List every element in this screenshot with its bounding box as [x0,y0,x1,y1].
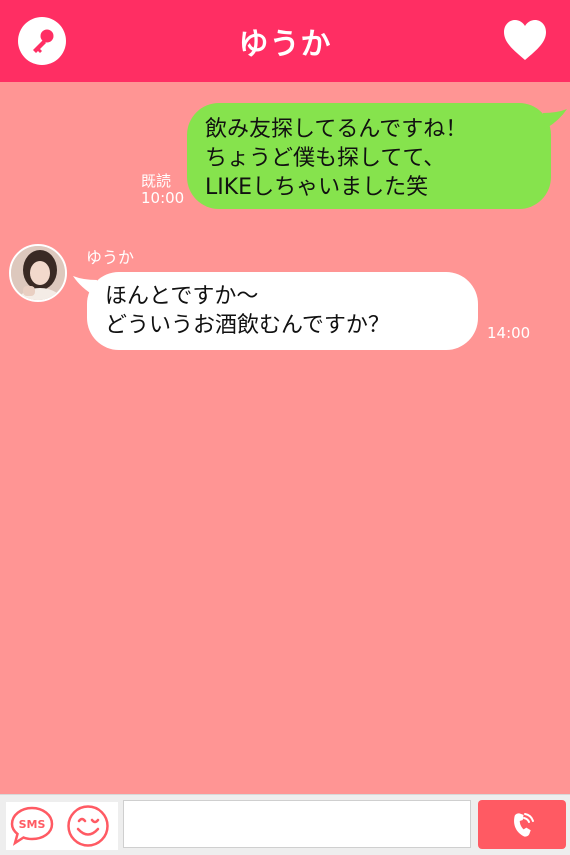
input-bar: SMS [0,794,570,855]
chat-area[interactable]: 飲み友探してるんですね！ ちょうど僕も探してて、 LIKEしちゃいました笑 既読… [0,82,570,794]
heart-icon [504,20,546,60]
key-icon [33,29,54,53]
key-button[interactable] [18,17,66,65]
heart-button[interactable] [502,18,548,62]
sender-name: ゆうか [86,248,135,267]
smiley-icon [67,805,109,847]
app-header: ゆうか [0,0,570,82]
message-timestamp: 14:00 [487,324,531,342]
message-input[interactable] [123,800,471,848]
bubble-tail [73,276,97,296]
emoji-button[interactable] [66,804,110,848]
user-photo [11,246,65,300]
avatar[interactable] [9,244,67,302]
input-icon-group: SMS [6,802,118,850]
incoming-message-bubble: ほんとですか〜 どういうお酒飲むんですか？ [73,272,478,350]
chat-partner-name: ゆうか [238,27,332,62]
call-button[interactable] [478,800,566,849]
message-line: ほんとですか〜 [105,284,259,309]
sms-icon: SMS [10,806,54,846]
outgoing-message-bubble: 飲み友探してるんですね！ ちょうど僕も探してて、 LIKEしちゃいました笑 [187,103,567,209]
message-line: どういうお酒飲むんですか？ [105,313,390,338]
sms-button[interactable]: SMS [10,806,54,846]
bubble-tail [543,109,567,129]
message-timestamp: 10:00 [141,189,185,207]
message-line: 飲み友探してるんですね！ [205,117,468,142]
message-line: LIKEしちゃいました笑 [205,175,429,200]
sms-label: SMS [19,818,46,831]
read-receipt: 既読 [141,172,172,190]
message-line: ちょうど僕も探してて、 [205,146,446,171]
phone-icon [514,812,534,837]
